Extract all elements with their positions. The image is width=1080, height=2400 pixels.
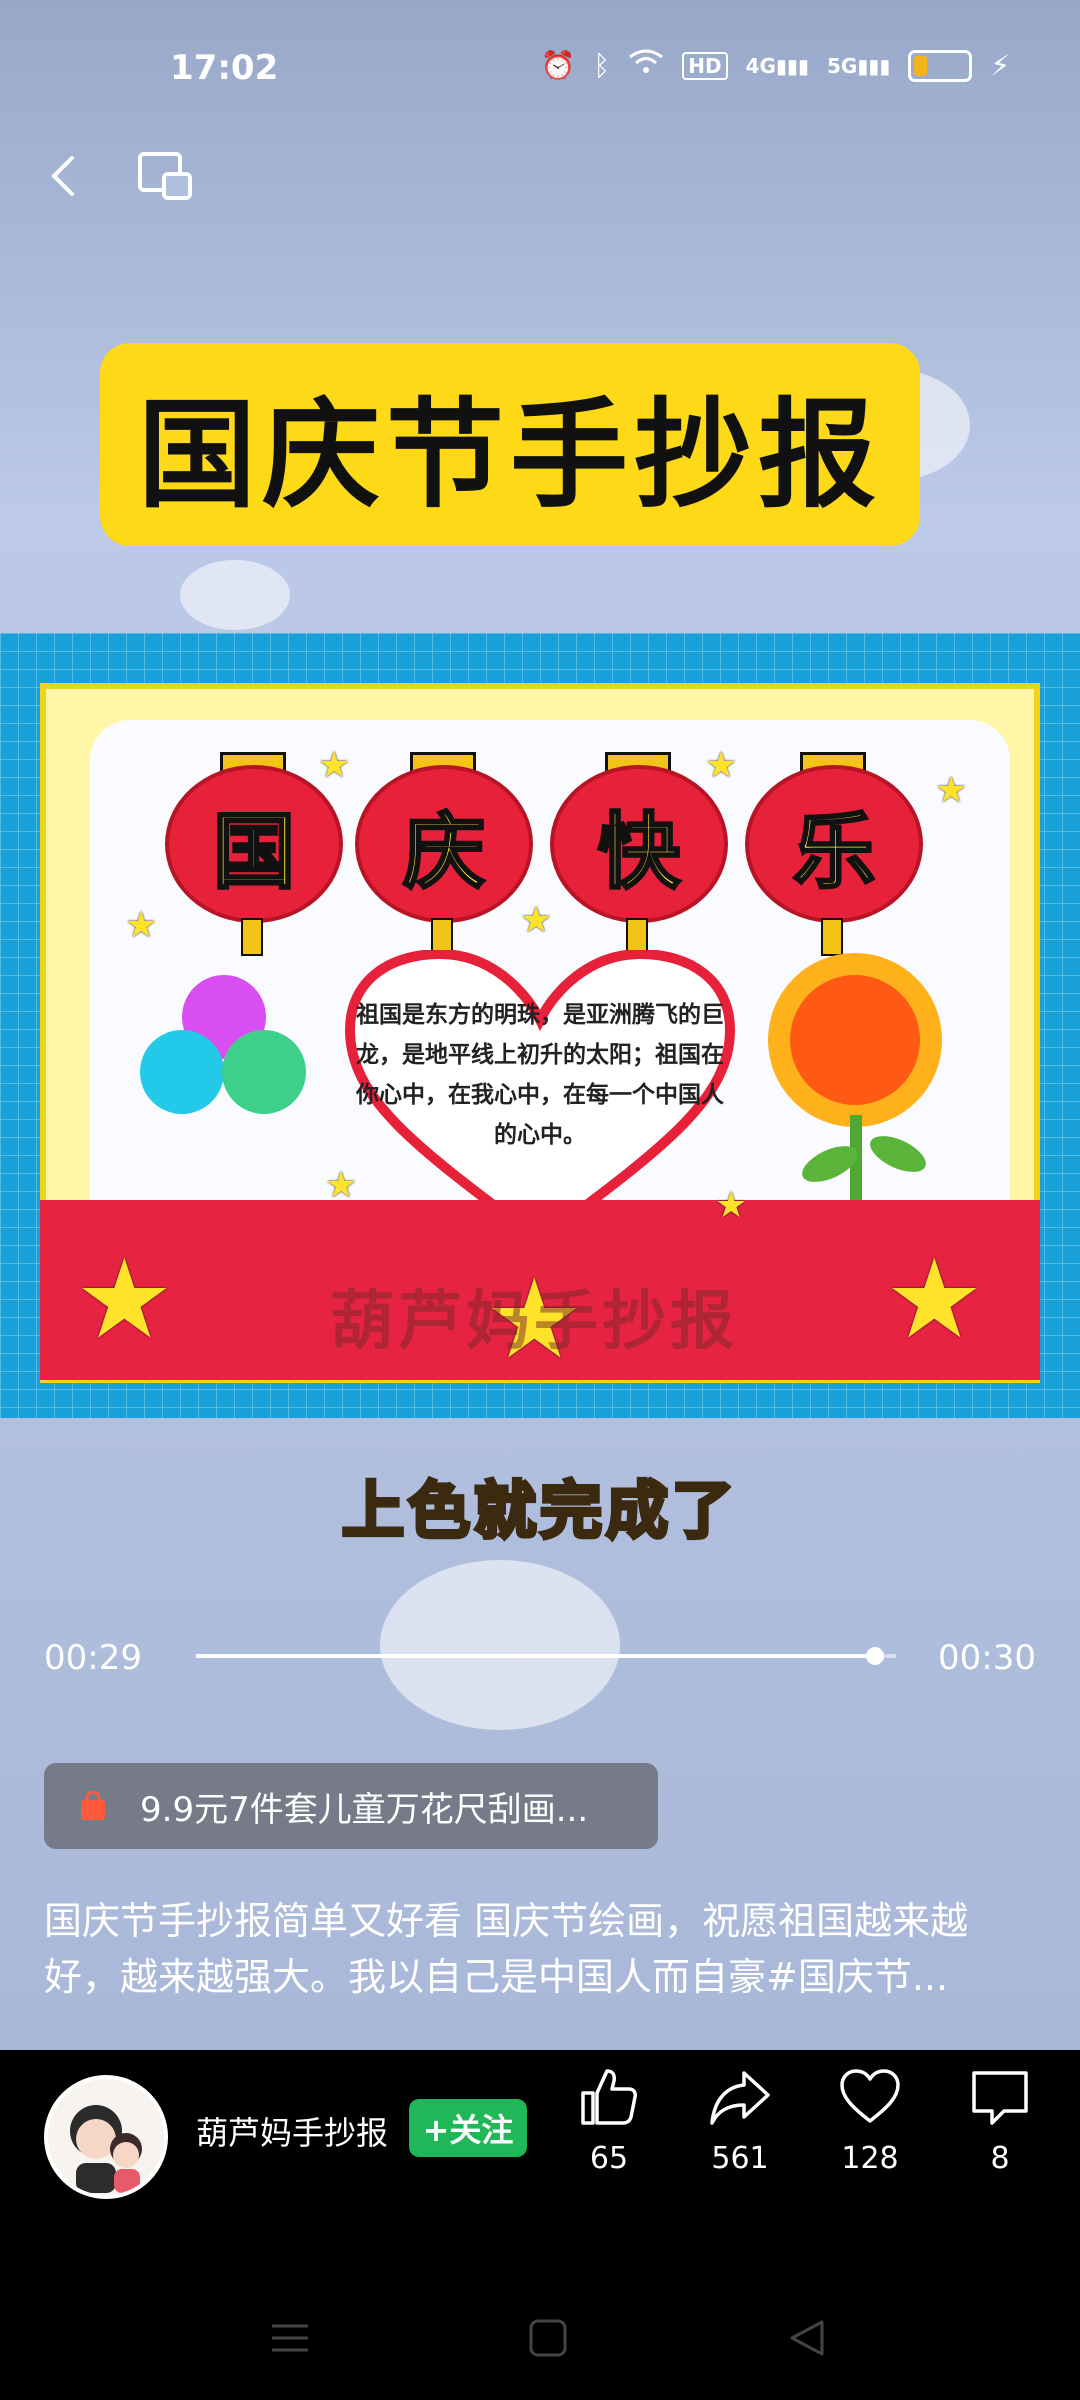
favorite-count: 128 <box>841 2141 899 2176</box>
lantern: 国 <box>165 765 343 923</box>
star-icon: ★ <box>325 1165 358 1206</box>
poster-watermark: 葫芦妈手抄报 <box>330 1285 738 1359</box>
balloon <box>140 1030 224 1114</box>
author-avatar[interactable] <box>44 2075 168 2199</box>
status-icons: ⏰ ᛒ HD 4G▮▮▮ 5G▮▮▮ ⚡ <box>541 48 1010 83</box>
video-description[interactable]: 国庆节手抄报简单又好看 国庆节绘画，祝愿祖国越来越好，越来越强大。我以自己是中国… <box>44 1893 1044 2005</box>
star-icon: ★ <box>885 1235 984 1363</box>
product-label: 9.9元7件套儿童万花尺刮画... <box>140 1789 589 1830</box>
balloon <box>222 1030 306 1114</box>
lantern-character: 快 <box>596 803 681 901</box>
sunflower <box>790 975 920 1105</box>
status-time: 17:02 <box>170 48 279 88</box>
lantern-character: 国 <box>211 803 296 901</box>
star-icon: ★ <box>935 770 968 811</box>
star-icon: ★ <box>75 1235 174 1363</box>
hd-badge: HD <box>682 51 728 80</box>
pip-button[interactable] <box>136 148 196 204</box>
background-cloud <box>180 560 290 630</box>
total-time: 00:30 <box>938 1638 1036 1678</box>
lantern-character: 乐 <box>791 803 876 901</box>
video-caption: 上色就完成了 <box>340 1472 738 1549</box>
heart-icon <box>840 2069 900 2123</box>
share-button[interactable]: 561 <box>690 2065 790 2176</box>
chevron-left-icon <box>51 156 74 196</box>
share-icon <box>710 2071 770 2125</box>
lantern: 庆 <box>355 765 533 923</box>
star-icon: ★ <box>705 745 738 786</box>
star-icon: ★ <box>318 745 351 786</box>
video-title-banner: 国庆节手抄报 <box>100 343 920 546</box>
follow-button[interactable]: +关注 <box>409 2099 527 2157</box>
comment-count: 8 <box>990 2141 1010 2176</box>
lantern-tassel <box>241 918 263 956</box>
bluetooth-icon: ᛒ <box>593 49 611 82</box>
charging-icon: ⚡ <box>990 49 1010 82</box>
lantern: 快 <box>550 765 728 923</box>
shopping-bag-icon <box>81 1791 105 1820</box>
progress-bar[interactable] <box>196 1647 896 1665</box>
current-time: 00:29 <box>44 1638 142 1678</box>
like-button[interactable]: 65 <box>559 2065 659 2176</box>
share-count: 561 <box>711 2141 769 2176</box>
author-name[interactable]: 葫芦妈手抄报 <box>196 2108 388 2154</box>
star-icon: ★ <box>125 905 158 946</box>
lantern: 乐 <box>745 765 923 923</box>
signal-5g-icon: 5G▮▮▮ <box>826 53 891 78</box>
lantern-tassel <box>821 918 843 956</box>
wifi-icon <box>628 48 664 83</box>
star-icon: ★ <box>715 1185 748 1226</box>
home-nav-icon[interactable] <box>528 2318 568 2358</box>
lantern-character: 庆 <box>401 803 486 901</box>
comment-icon <box>972 2071 1028 2125</box>
battery-icon <box>908 49 973 82</box>
picture-in-picture-icon <box>138 152 192 200</box>
signal-4g-icon: 4G▮▮▮ <box>745 53 809 78</box>
like-count: 65 <box>589 2141 629 2176</box>
comment-button[interactable]: 8 <box>950 2065 1050 2176</box>
background-heart-cloud <box>380 1560 620 1730</box>
star-icon: ★ <box>520 900 553 941</box>
back-button[interactable] <box>38 148 94 204</box>
menu-nav-icon[interactable] <box>270 2318 310 2358</box>
progress-knob[interactable] <box>866 1647 884 1665</box>
progress-fill <box>196 1654 875 1658</box>
heart-poem-text: 祖国是东方的明珠，是亚洲腾飞的巨龙，是地平线上初升的太阳；祖国在你心中，在我心中… <box>356 1002 724 1148</box>
back-nav-icon[interactable] <box>786 2318 826 2358</box>
thumbs-up-icon <box>581 2069 637 2125</box>
favorite-button[interactable]: 128 <box>820 2065 920 2176</box>
alarm-icon: ⏰ <box>540 49 576 82</box>
status-bar: 17:02 ⏰ ᛒ HD 4G▮▮▮ 5G▮▮▮ ⚡ <box>0 0 1080 140</box>
product-link[interactable]: 9.9元7件套儿童万花尺刮画... <box>44 1763 658 1849</box>
